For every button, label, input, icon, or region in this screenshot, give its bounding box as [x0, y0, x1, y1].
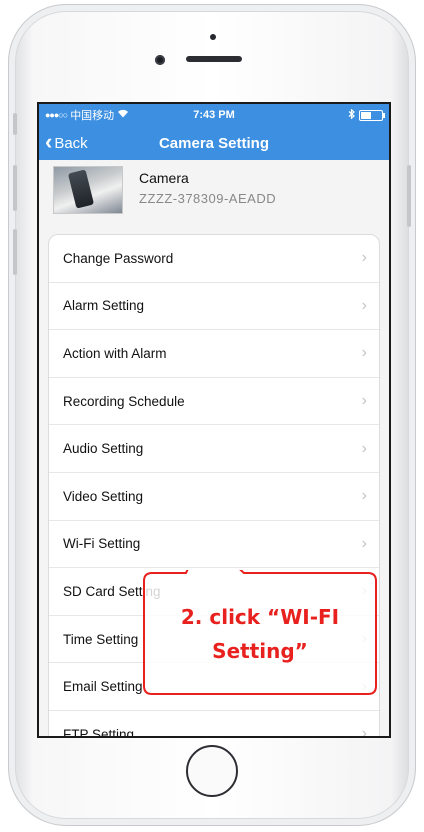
proximity-sensor: [210, 34, 216, 40]
status-right: [348, 107, 385, 122]
row-label: Video Setting: [63, 488, 144, 504]
row-label: Time Setting: [63, 631, 139, 647]
back-button[interactable]: ‹ Back: [45, 126, 88, 160]
row-label: Recording Schedule: [63, 393, 185, 409]
mute-switch: [13, 113, 17, 135]
settings-row-audio-setting[interactable]: Audio Setting ›: [49, 425, 379, 473]
camera-header: Camera ZZZZ-378309-AEADD: [39, 160, 389, 216]
chevron-right-icon: ›: [361, 344, 367, 362]
row-label: FTP Setting: [63, 726, 135, 738]
signal-icon: ●●●○○: [45, 110, 68, 120]
power-button: [407, 165, 411, 227]
callout-text: 2. click “WI-FI Setting”: [140, 600, 380, 668]
chevron-left-icon: ‹: [45, 129, 53, 154]
status-left: ●●●○○ 中国移动: [45, 107, 129, 123]
row-label: Audio Setting: [63, 441, 144, 457]
settings-row-recording-schedule[interactable]: Recording Schedule ›: [49, 378, 379, 426]
row-label: Action with Alarm: [63, 345, 167, 361]
chevron-right-icon: ›: [361, 296, 367, 314]
camera-id: ZZZZ-378309-AEADD: [139, 191, 277, 206]
status-bar: ●●●○○ 中国移动 7:43 PM: [39, 104, 389, 126]
settings-row-change-password[interactable]: Change Password ›: [49, 235, 379, 283]
wifi-icon: [117, 109, 129, 121]
earpiece-speaker: [186, 56, 242, 62]
settings-row-video-setting[interactable]: Video Setting ›: [49, 473, 379, 521]
bluetooth-icon: [348, 107, 355, 122]
chevron-right-icon: ›: [361, 534, 367, 552]
front-camera: [155, 55, 165, 65]
camera-name: Camera: [139, 170, 189, 186]
volume-up-button: [13, 165, 17, 211]
chevron-right-icon: ›: [361, 249, 367, 267]
volume-down-button: [13, 229, 17, 275]
chevron-right-icon: ›: [361, 725, 367, 738]
settings-row-action-with-alarm[interactable]: Action with Alarm ›: [49, 330, 379, 378]
chevron-right-icon: ›: [361, 392, 367, 410]
navigation-bar: ‹ Back Camera Setting: [39, 126, 389, 160]
settings-row-alarm-setting[interactable]: Alarm Setting ›: [49, 283, 379, 331]
callout-line-2: Setting”: [212, 639, 308, 663]
chevron-right-icon: ›: [361, 487, 367, 505]
row-label: Email Setting: [63, 679, 143, 695]
row-label: Wi-Fi Setting: [63, 536, 141, 552]
row-label: Alarm Setting: [63, 298, 145, 314]
camera-thumbnail: [53, 166, 123, 214]
settings-row-wifi-setting[interactable]: Wi-Fi Setting ›: [49, 521, 379, 569]
callout-line-1: 2. click “WI-FI: [180, 605, 340, 629]
instruction-callout: 2. click “WI-FI Setting”: [140, 570, 380, 698]
back-label: Back: [54, 134, 88, 152]
page-title: Camera Setting: [158, 134, 270, 152]
battery-icon: [359, 109, 385, 121]
row-label: Change Password: [63, 250, 174, 266]
carrier-label: 中国移动: [70, 110, 115, 122]
settings-row-ftp-setting[interactable]: FTP Setting ›: [49, 711, 379, 738]
home-button[interactable]: [186, 745, 238, 797]
chevron-right-icon: ›: [361, 439, 367, 457]
